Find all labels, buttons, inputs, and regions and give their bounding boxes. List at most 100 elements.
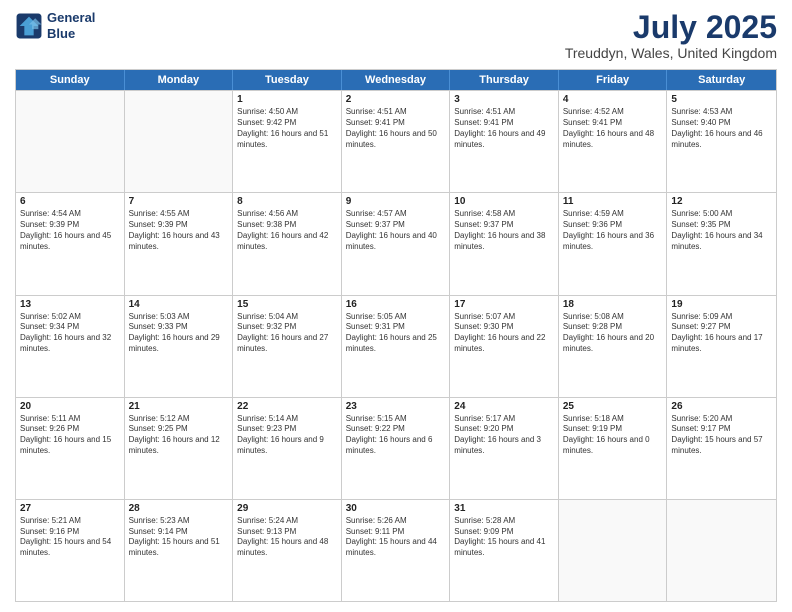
day-number: 27 [20, 503, 120, 514]
day-info: Sunrise: 4:57 AM Sunset: 9:37 PM Dayligh… [346, 209, 446, 252]
page: General Blue July 2025 Treuddyn, Wales, … [0, 0, 792, 612]
calendar-cell: 3 Sunrise: 4:51 AM Sunset: 9:41 PM Daylig… [450, 91, 559, 192]
weekday-header: Saturday [667, 70, 776, 90]
calendar-cell: 22Sunrise: 5:14 AM Sunset: 9:23 PM Dayli… [233, 398, 342, 499]
calendar-cell: 27Sunrise: 5:21 AM Sunset: 9:16 PM Dayli… [16, 500, 125, 601]
day-info: Sunrise: 5:14 AM Sunset: 9:23 PM Dayligh… [237, 414, 337, 457]
day-number: 13 [20, 299, 120, 310]
calendar-cell: 4 Sunrise: 4:52 AM Sunset: 9:41 PM Daylig… [559, 91, 668, 192]
day-number: 5 [671, 94, 772, 105]
calendar: SundayMondayTuesdayWednesdayThursdayFrid… [15, 69, 777, 602]
calendar-cell [667, 500, 776, 601]
day-info: Sunrise: 5:24 AM Sunset: 9:13 PM Dayligh… [237, 516, 337, 559]
calendar-cell: 14Sunrise: 5:03 AM Sunset: 9:33 PM Dayli… [125, 296, 234, 397]
header: General Blue July 2025 Treuddyn, Wales, … [15, 10, 777, 61]
day-number: 8 [237, 196, 337, 207]
calendar-cell: 24 Sunrise: 5:17 AM Sunset: 9:20 PM Dayli… [450, 398, 559, 499]
weekday-header: Tuesday [233, 70, 342, 90]
day-info: Sunrise: 4:50 AM Sunset: 9:42 PM Dayligh… [237, 107, 337, 150]
subtitle: Treuddyn, Wales, United Kingdom [565, 45, 777, 61]
logo: General Blue [15, 10, 95, 41]
calendar-cell: 13 Sunrise: 5:02 AM Sunset: 9:34 PM Dayli… [16, 296, 125, 397]
day-info: Sunrise: 4:56 AM Sunset: 9:38 PM Dayligh… [237, 209, 337, 252]
calendar-cell: 18 Sunrise: 5:08 AM Sunset: 9:28 PM Dayli… [559, 296, 668, 397]
calendar-cell: 25Sunrise: 5:18 AM Sunset: 9:19 PM Dayli… [559, 398, 668, 499]
day-info: Sunrise: 5:04 AM Sunset: 9:32 PM Dayligh… [237, 312, 337, 355]
day-info: Sunrise: 4:59 AM Sunset: 9:36 PM Dayligh… [563, 209, 663, 252]
day-number: 17 [454, 299, 554, 310]
calendar-cell: 1 Sunrise: 4:50 AM Sunset: 9:42 PM Daylig… [233, 91, 342, 192]
weekday-header: Thursday [450, 70, 559, 90]
day-info: Sunrise: 5:08 AM Sunset: 9:28 PM Dayligh… [563, 312, 663, 355]
title-block: July 2025 Treuddyn, Wales, United Kingdo… [565, 10, 777, 61]
day-info: Sunrise: 5:11 AM Sunset: 9:26 PM Dayligh… [20, 414, 120, 457]
day-number: 24 [454, 401, 554, 412]
day-number: 4 [563, 94, 663, 105]
day-info: Sunrise: 5:23 AM Sunset: 9:14 PM Dayligh… [129, 516, 229, 559]
day-info: Sunrise: 4:52 AM Sunset: 9:41 PM Dayligh… [563, 107, 663, 150]
calendar-cell: 17 Sunrise: 5:07 AM Sunset: 9:30 PM Dayli… [450, 296, 559, 397]
calendar-cell: 30Sunrise: 5:26 AM Sunset: 9:11 PM Dayli… [342, 500, 451, 601]
day-number: 31 [454, 503, 554, 514]
logo-icon [15, 12, 43, 40]
day-number: 29 [237, 503, 337, 514]
calendar-cell: 15 Sunrise: 5:04 AM Sunset: 9:32 PM Dayli… [233, 296, 342, 397]
day-info: Sunrise: 5:28 AM Sunset: 9:09 PM Dayligh… [454, 516, 554, 559]
day-number: 14 [129, 299, 229, 310]
day-number: 11 [563, 196, 663, 207]
calendar-cell: 26 Sunrise: 5:20 AM Sunset: 9:17 PM Dayli… [667, 398, 776, 499]
day-number: 3 [454, 94, 554, 105]
main-title: July 2025 [565, 10, 777, 45]
calendar-week: 1 Sunrise: 4:50 AM Sunset: 9:42 PM Daylig… [16, 90, 776, 192]
day-number: 30 [346, 503, 446, 514]
calendar-cell: 9Sunrise: 4:57 AM Sunset: 9:37 PM Daylig… [342, 193, 451, 294]
day-number: 19 [671, 299, 772, 310]
day-info: Sunrise: 5:09 AM Sunset: 9:27 PM Dayligh… [671, 312, 772, 355]
calendar-cell: 20 Sunrise: 5:11 AM Sunset: 9:26 PM Dayli… [16, 398, 125, 499]
day-info: Sunrise: 4:55 AM Sunset: 9:39 PM Dayligh… [129, 209, 229, 252]
day-number: 1 [237, 94, 337, 105]
calendar-cell: 29 Sunrise: 5:24 AM Sunset: 9:13 PM Dayli… [233, 500, 342, 601]
day-number: 23 [346, 401, 446, 412]
day-info: Sunrise: 4:58 AM Sunset: 9:37 PM Dayligh… [454, 209, 554, 252]
calendar-cell [125, 91, 234, 192]
day-number: 28 [129, 503, 229, 514]
calendar-week: 27Sunrise: 5:21 AM Sunset: 9:16 PM Dayli… [16, 499, 776, 601]
day-number: 20 [20, 401, 120, 412]
day-info: Sunrise: 4:54 AM Sunset: 9:39 PM Dayligh… [20, 209, 120, 252]
day-info: Sunrise: 5:07 AM Sunset: 9:30 PM Dayligh… [454, 312, 554, 355]
day-number: 26 [671, 401, 772, 412]
calendar-cell: 10 Sunrise: 4:58 AM Sunset: 9:37 PM Dayli… [450, 193, 559, 294]
calendar-cell: 23 Sunrise: 5:15 AM Sunset: 9:22 PM Dayli… [342, 398, 451, 499]
weekday-header: Sunday [16, 70, 125, 90]
calendar-week: 13 Sunrise: 5:02 AM Sunset: 9:34 PM Dayli… [16, 295, 776, 397]
calendar-cell: 11 Sunrise: 4:59 AM Sunset: 9:36 PM Dayli… [559, 193, 668, 294]
day-info: Sunrise: 5:20 AM Sunset: 9:17 PM Dayligh… [671, 414, 772, 457]
day-number: 6 [20, 196, 120, 207]
calendar-cell [559, 500, 668, 601]
calendar-cell: 7 Sunrise: 4:55 AM Sunset: 9:39 PM Daylig… [125, 193, 234, 294]
calendar-week: 20 Sunrise: 5:11 AM Sunset: 9:26 PM Dayli… [16, 397, 776, 499]
calendar-cell: 5Sunrise: 4:53 AM Sunset: 9:40 PM Daylig… [667, 91, 776, 192]
day-number: 16 [346, 299, 446, 310]
weekday-header: Wednesday [342, 70, 451, 90]
weekday-header: Monday [125, 70, 234, 90]
calendar-cell: 6 Sunrise: 4:54 AM Sunset: 9:39 PM Daylig… [16, 193, 125, 294]
calendar-body: 1 Sunrise: 4:50 AM Sunset: 9:42 PM Daylig… [16, 90, 776, 601]
day-info: Sunrise: 5:02 AM Sunset: 9:34 PM Dayligh… [20, 312, 120, 355]
day-info: Sunrise: 4:51 AM Sunset: 9:41 PM Dayligh… [454, 107, 554, 150]
day-number: 25 [563, 401, 663, 412]
day-number: 21 [129, 401, 229, 412]
day-info: Sunrise: 5:15 AM Sunset: 9:22 PM Dayligh… [346, 414, 446, 457]
day-number: 2 [346, 94, 446, 105]
day-info: Sunrise: 5:17 AM Sunset: 9:20 PM Dayligh… [454, 414, 554, 457]
day-number: 10 [454, 196, 554, 207]
day-number: 12 [671, 196, 772, 207]
calendar-cell: 19 Sunrise: 5:09 AM Sunset: 9:27 PM Dayli… [667, 296, 776, 397]
day-number: 7 [129, 196, 229, 207]
calendar-week: 6 Sunrise: 4:54 AM Sunset: 9:39 PM Daylig… [16, 192, 776, 294]
day-number: 18 [563, 299, 663, 310]
day-number: 15 [237, 299, 337, 310]
calendar-cell: 31 Sunrise: 5:28 AM Sunset: 9:09 PM Dayli… [450, 500, 559, 601]
calendar-header: SundayMondayTuesdayWednesdayThursdayFrid… [16, 70, 776, 90]
